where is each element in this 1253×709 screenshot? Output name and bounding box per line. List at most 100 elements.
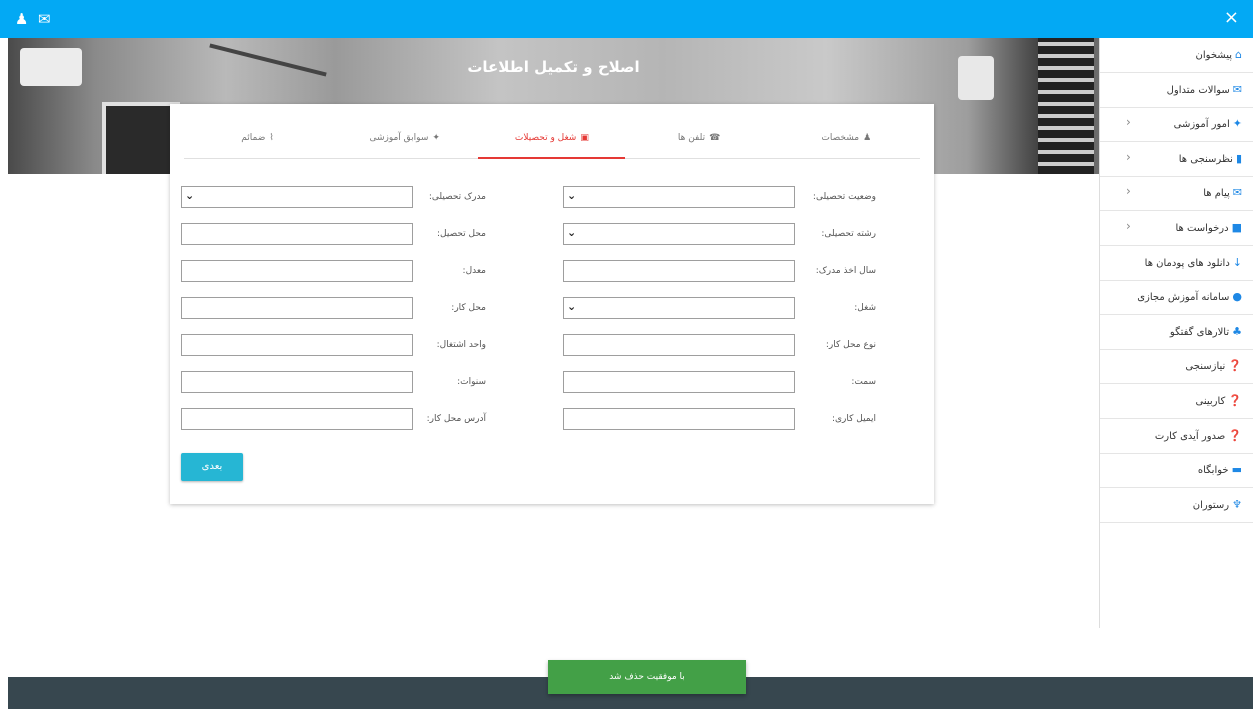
chevron-left-icon: ‹ bbox=[1126, 115, 1131, 130]
text-field[interactable] bbox=[181, 334, 413, 356]
sidebar-item[interactable]: ■درخواست ها ‹ bbox=[1100, 211, 1253, 246]
sidebar-item[interactable]: ⌂پیشخوان bbox=[1100, 38, 1253, 73]
graduation-cap-icon: ✦ bbox=[1232, 117, 1242, 131]
sidebar-item-label-wrap: ✦امور آموزشی bbox=[1174, 117, 1242, 130]
sidebar-item-label-wrap: ✉سوالات متداول bbox=[1167, 83, 1242, 96]
sidebar-item-label: کاربینی bbox=[1195, 396, 1226, 407]
sidebar-item[interactable]: ❓نیازسنجی bbox=[1100, 349, 1253, 385]
sidebar-item[interactable]: ▮نظرسنجی ها ‹ bbox=[1100, 142, 1253, 177]
select-field[interactable]: ⌄ bbox=[181, 186, 413, 208]
sidebar-item-label-wrap: ●سامانه آموزش مجازی bbox=[1137, 290, 1242, 303]
sidebar-item-label: خوابگاه bbox=[1197, 465, 1229, 477]
sidebar-item-label: نیازسنجی bbox=[1185, 361, 1226, 373]
chevron-down-icon: ⌄ bbox=[185, 189, 195, 202]
tab-item[interactable]: سوابق آموزشی ✦ bbox=[331, 118, 478, 158]
chevron-down-icon: ⌄ bbox=[567, 300, 577, 313]
sidebar-item[interactable]: ♣تالارهای گفتگو bbox=[1100, 315, 1253, 350]
sidebar-item-label: سوالات متداول bbox=[1166, 84, 1230, 96]
sidebar-item-label: تالارهای گفتگو bbox=[1169, 326, 1230, 338]
text-field[interactable] bbox=[181, 223, 413, 245]
chevron-left-icon: ‹ bbox=[1126, 219, 1131, 233]
form-card: مشخصات ♟ تلفن ها ☎ شغل و تحصیلات ▣ سوابق آموزش… bbox=[170, 104, 934, 504]
sidebar-item-label: درخواست ها bbox=[1175, 223, 1229, 234]
sidebar-item-label-wrap: ▮نظرسنجی ها bbox=[1179, 152, 1242, 165]
graduation-cap-icon: ✦ bbox=[432, 133, 440, 143]
text-field[interactable] bbox=[563, 371, 795, 393]
phone-icon: ☎ bbox=[709, 133, 721, 143]
next-button[interactable]: بعدی bbox=[181, 453, 243, 481]
sidebar-item-label: صدور آیدی کارت bbox=[1154, 430, 1226, 442]
sidebar-item[interactable]: ▬خوابگاه bbox=[1100, 453, 1253, 489]
question-icon: ❓ bbox=[1228, 428, 1242, 442]
close-icon[interactable]: × bbox=[1224, 8, 1239, 28]
sidebar-item[interactable]: ♆رستوران bbox=[1100, 488, 1253, 523]
success-toast: با موفقیت حذف شد bbox=[548, 660, 746, 694]
chevron-down-icon: ⌄ bbox=[567, 189, 577, 202]
tab-bar: مشخصات ♟ تلفن ها ☎ شغل و تحصیلات ▣ سوابق آموزش… bbox=[184, 118, 920, 159]
sidebar-item[interactable]: ↓دانلود های پودمان ها bbox=[1100, 246, 1253, 281]
paperclip-icon: ⌇ bbox=[269, 133, 274, 143]
sidebar-item-label-wrap: ♆رستوران bbox=[1193, 498, 1242, 511]
text-field[interactable] bbox=[563, 334, 795, 356]
select-field[interactable]: ⌄ bbox=[563, 186, 795, 208]
text-field[interactable] bbox=[563, 260, 795, 282]
sidebar-item-label-wrap: ✉پیام ها bbox=[1203, 186, 1242, 199]
utensils-icon: ♆ bbox=[1232, 497, 1242, 511]
sidebar-item-label-wrap: ▬خوابگاه bbox=[1198, 463, 1242, 476]
question-icon: ❓ bbox=[1228, 359, 1242, 373]
tab-item[interactable]: تلفن ها ☎ bbox=[626, 118, 773, 158]
sidebar-item[interactable]: ❓کاربینی bbox=[1100, 384, 1253, 419]
sidebar-item-label-wrap: ❓صدور آیدی کارت bbox=[1155, 429, 1242, 442]
bar-chart-icon: ▮ bbox=[1235, 151, 1242, 165]
text-field[interactable] bbox=[181, 371, 413, 393]
sidebar-item-label-wrap: ♣تالارهای گفتگو bbox=[1170, 325, 1242, 338]
sidebar-item[interactable]: ✦امور آموزشی ‹ bbox=[1100, 107, 1253, 143]
sidebar-item-label-wrap: ⌂پیشخوان bbox=[1196, 48, 1242, 61]
user-icon: ♟ bbox=[863, 133, 872, 143]
chat-icon: ✉ bbox=[1232, 82, 1242, 96]
question-icon: ❓ bbox=[1228, 394, 1242, 407]
select-field[interactable]: ⌄ bbox=[563, 223, 795, 245]
chevron-left-icon: ‹ bbox=[1126, 149, 1131, 164]
sidebar-item-label-wrap: ■درخواست ها bbox=[1175, 221, 1242, 234]
sidebar: ⌂پیشخوان ✉سوالات متداول ✦امور آموزشی ‹ ▮نظرس… bbox=[1099, 38, 1253, 628]
bed-icon: ▬ bbox=[1231, 463, 1242, 477]
tab-label: تلفن ها bbox=[677, 133, 706, 143]
sidebar-item-label: دانلود های پودمان ها bbox=[1144, 257, 1230, 269]
sidebar-item-label-wrap: ↓دانلود های پودمان ها bbox=[1145, 256, 1242, 269]
hero-decoration bbox=[102, 102, 180, 174]
text-field[interactable] bbox=[181, 408, 413, 430]
tab-item[interactable]: ضمائم ⌇ bbox=[184, 118, 331, 158]
comment-icon: ■ bbox=[1231, 221, 1242, 234]
envelope-icon: ✉ bbox=[1232, 186, 1242, 200]
users-icon: ♣ bbox=[1232, 324, 1242, 338]
home-icon: ⌂ bbox=[1235, 48, 1242, 61]
tab-label: سوابق آموزشی bbox=[369, 133, 429, 143]
sidebar-item-label: رستوران bbox=[1192, 499, 1230, 511]
text-field[interactable] bbox=[181, 260, 413, 282]
briefcase-icon: ▣ bbox=[580, 133, 589, 143]
sidebar-item-label: امور آموزشی bbox=[1173, 119, 1230, 131]
user-icon[interactable]: ♟ bbox=[15, 9, 28, 29]
sidebar-item[interactable]: ✉پیام ها ‹ bbox=[1100, 176, 1253, 212]
envelope-icon[interactable]: ✉ bbox=[38, 9, 51, 29]
sidebar-item-label: پیام ها bbox=[1203, 188, 1230, 200]
sidebar-item-label: سامانه آموزش مجازی bbox=[1137, 292, 1230, 304]
text-field[interactable] bbox=[563, 408, 795, 430]
sidebar-item-label-wrap: ❓نیازسنجی bbox=[1185, 359, 1242, 372]
tab-label: ضمائم bbox=[241, 133, 266, 143]
sidebar-item-label: نظرسنجی ها bbox=[1178, 153, 1233, 165]
sidebar-item[interactable]: ●سامانه آموزش مجازی bbox=[1100, 280, 1253, 316]
tab-item[interactable]: مشخصات ♟ bbox=[773, 118, 920, 158]
sidebar-item[interactable]: ❓صدور آیدی کارت bbox=[1100, 419, 1253, 454]
globe-icon: ● bbox=[1232, 290, 1242, 304]
top-bar: ♟ ✉ × bbox=[0, 0, 1253, 38]
chevron-left-icon: ‹ bbox=[1126, 184, 1131, 199]
text-field[interactable] bbox=[181, 297, 413, 319]
sidebar-item-label: پیشخوان bbox=[1195, 50, 1233, 61]
chevron-down-icon: ⌄ bbox=[567, 226, 577, 239]
sidebar-item[interactable]: ✉سوالات متداول bbox=[1100, 73, 1253, 108]
tab-label: شغل و تحصیلات bbox=[514, 133, 577, 143]
select-field[interactable]: ⌄ bbox=[563, 297, 795, 319]
tab-item[interactable]: شغل و تحصیلات ▣ bbox=[478, 118, 626, 159]
